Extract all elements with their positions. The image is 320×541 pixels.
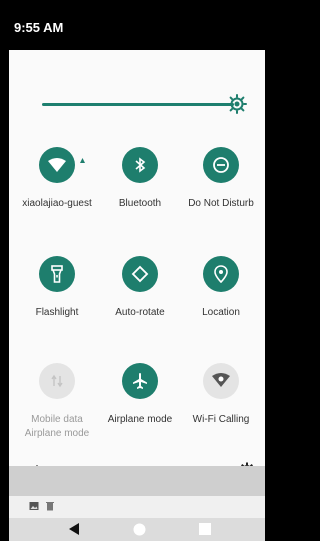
tile-wifi-label: xiaolajiao-guest [22, 198, 92, 209]
tile-wifi-calling-label: Wi-Fi Calling [192, 414, 250, 425]
brightness-thumb-icon[interactable] [227, 94, 247, 114]
home-icon[interactable] [133, 523, 146, 536]
tile-airplane-mode-label: Airplane mode [107, 414, 173, 425]
wifi-icon [39, 147, 75, 183]
brightness-slider-track[interactable] [42, 103, 234, 106]
tile-do-not-disturb[interactable]: Do Not Disturb [179, 147, 263, 211]
tile-mobile-data[interactable]: Mobile data Airplane mode [15, 363, 99, 441]
status-time: 9:55 AM [14, 20, 64, 35]
tile-location[interactable]: Location [179, 256, 263, 320]
location-icon [203, 256, 239, 292]
quick-settings-panel: xiaolajiao-guest Bluetooth Do Not Distur… [9, 50, 265, 478]
notification-strip [9, 496, 265, 518]
tile-flashlight[interactable]: Flashlight [15, 256, 99, 320]
tile-bluetooth[interactable]: Bluetooth [98, 147, 182, 211]
status-bar: 9:55 AM [0, 0, 265, 50]
tile-do-not-disturb-label: Do Not Disturb [188, 198, 254, 209]
flashlight-icon [39, 256, 75, 292]
wifi-calling-icon [203, 363, 239, 399]
trash-notification-icon [46, 502, 54, 511]
recent-apps-icon[interactable] [199, 523, 211, 535]
tile-bluetooth-label: Bluetooth [118, 198, 162, 209]
wifi-signal-indicator-icon [80, 158, 85, 163]
auto-rotate-icon [122, 256, 158, 292]
airplane-icon [122, 363, 158, 399]
tile-auto-rotate[interactable]: Auto-rotate [98, 256, 182, 320]
tile-flashlight-label: Flashlight [35, 307, 79, 318]
tile-airplane-mode[interactable]: Airplane mode [98, 363, 182, 427]
tile-mobile-data-sublabel: Airplane mode [24, 428, 90, 439]
tile-location-label: Location [202, 307, 240, 318]
tile-wifi[interactable]: xiaolajiao-guest [15, 147, 99, 211]
do-not-disturb-icon [203, 147, 239, 183]
bluetooth-icon [122, 147, 158, 183]
tile-mobile-data-label: Mobile data [31, 414, 83, 425]
image-notification-icon [29, 502, 39, 510]
navigation-bar [9, 518, 265, 541]
tile-wifi-calling[interactable]: Wi-Fi Calling [179, 363, 263, 427]
back-icon[interactable] [67, 522, 81, 536]
mobile-data-icon [39, 363, 75, 399]
tile-auto-rotate-label: Auto-rotate [115, 307, 165, 318]
panel-handle-area [9, 466, 265, 496]
